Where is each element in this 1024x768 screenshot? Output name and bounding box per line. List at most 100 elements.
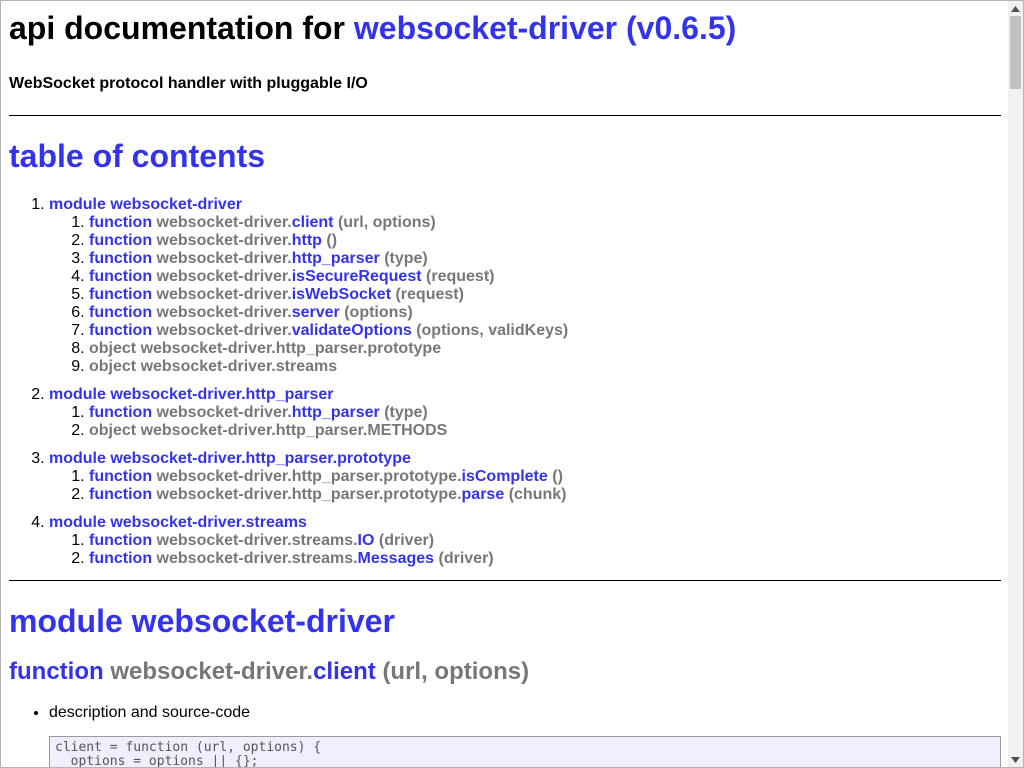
toc-member-item: function websocket-driver.streams.IO (dr… [89,532,1001,550]
toc-function-keyword[interactable]: function [89,486,152,503]
toc-member-prefix: websocket-driver.http_parser.prototype. [156,468,462,485]
toc-member-item: object websocket-driver.http_parser.METH… [89,422,1001,440]
toc-function-keyword[interactable]: function [89,550,152,567]
toc-member-item: function websocket-driver.http_parser (t… [89,404,1001,422]
toc-member-link[interactable]: client [292,214,334,231]
toc-member-args: (request) [395,286,464,303]
toc-member-item: function websocket-driver.isWebSocket (r… [89,286,1001,304]
toc-member-prefix: websocket-driver. [156,214,292,231]
toc-title: table of contents [9,138,266,174]
toc-function-keyword[interactable]: function [89,468,152,485]
toc-function-keyword[interactable]: function [89,232,152,249]
toc-member-link[interactable]: isSecureRequest [292,268,422,285]
toc-member-item: function websocket-driver.http () [89,232,1001,250]
scroll-thumb[interactable] [1010,16,1021,89]
function-heading: function websocket-driver.client (url, o… [9,658,1001,686]
toc-member-prefix: websocket-driver.streams. [156,550,358,567]
description-item: description and source-code client = fun… [49,702,1001,767]
toc-member-args: (type) [384,250,428,267]
toc-member-args: (driver) [378,532,435,549]
toc-member-args: (request) [426,268,495,285]
toc-member-prefix: websocket-driver.http_parser.prototype. [156,486,462,503]
toc-member-list: function websocket-driver.http_parser.pr… [49,468,1001,504]
toc-member-item: function websocket-driver.http_parser.pr… [89,468,1001,486]
toc-member-link[interactable]: http [292,232,322,249]
toc-module-item: module websocket-driverfunction websocke… [49,196,1001,376]
toc-member-args: (options) [344,304,413,321]
toc-object-entry: object websocket-driver.http_parser.prot… [89,340,442,357]
package-description: WebSocket protocol handler with pluggabl… [9,75,368,92]
toc-member-link[interactable]: isWebSocket [292,286,391,303]
toc-function-keyword[interactable]: function [89,250,152,267]
toc-member-args: () [552,468,563,485]
toc-member-prefix: websocket-driver. [156,404,292,421]
package-name-link[interactable]: websocket-driver (v0.6.5) [354,10,736,46]
toc-member-list: function websocket-driver.http_parser (t… [49,404,1001,440]
toc-module-item: module websocket-driver.streamsfunction … [49,514,1001,568]
toc-member-link[interactable]: server [292,304,340,321]
toc-member-prefix: websocket-driver.streams. [156,532,358,549]
toc-module-link[interactable]: module websocket-driver.http_parser [49,386,334,403]
toc-member-prefix: websocket-driver. [156,322,292,339]
toc-object-entry: object websocket-driver.http_parser.METH… [89,422,448,439]
function-name[interactable]: client [313,658,376,685]
toc-member-link[interactable]: http_parser [292,404,380,421]
function-prefix: websocket-driver. [110,658,314,685]
toc-function-keyword[interactable]: function [89,322,152,339]
toc-member-item: function websocket-driver.isSecureReques… [89,268,1001,286]
browser-viewport: api documentation for websocket-driver (… [0,0,1024,768]
toc-member-link[interactable]: isComplete [462,468,548,485]
toc-member-link[interactable]: http_parser [292,250,380,267]
toc-object-entry: object websocket-driver.streams [89,358,338,375]
toc-function-keyword[interactable]: function [89,268,152,285]
toc-function-keyword[interactable]: function [89,286,152,303]
toc-member-args: (chunk) [508,486,567,503]
scroll-up-arrow-icon[interactable] [1008,1,1023,16]
toc-member-item: function websocket-driver.client (url, o… [89,214,1001,232]
toc-member-item: object websocket-driver.streams [89,358,1001,376]
toc-member-prefix: websocket-driver. [156,232,292,249]
toc-member-link[interactable]: IO [358,532,375,549]
function-args: (url, options) [382,658,530,685]
toc-member-prefix: websocket-driver. [156,304,292,321]
toc-member-link[interactable]: Messages [358,550,435,567]
toc-module-link[interactable]: module websocket-driver.http_parser.prot… [49,450,411,467]
toc-module-item: module websocket-driver.http_parserfunct… [49,386,1001,440]
toc-member-prefix: websocket-driver. [156,268,292,285]
function-keyword[interactable]: function [9,658,104,685]
divider [9,115,1001,116]
doc-content: api documentation for websocket-driver (… [9,1,1001,767]
vertical-scrollbar[interactable] [1008,1,1023,767]
toc-member-item: function websocket-driver.validateOption… [89,322,1001,340]
toc-list: module websocket-driverfunction websocke… [9,196,1001,568]
source-code-block: client = function (url, options) { optio… [49,736,1001,767]
toc-member-link[interactable]: parse [462,486,505,503]
toc-member-list: function websocket-driver.client (url, o… [49,214,1001,376]
toc-function-keyword[interactable]: function [89,214,152,231]
toc-member-item: function websocket-driver.streams.Messag… [89,550,1001,568]
toc-member-args: (options, validKeys) [416,322,569,339]
toc-member-item: function websocket-driver.server (option… [89,304,1001,322]
toc-member-item: function websocket-driver.http_parser.pr… [89,486,1001,504]
description-label: description and source-code [49,704,251,721]
toc-member-list: function websocket-driver.streams.IO (dr… [49,532,1001,568]
module-heading[interactable]: module websocket-driver [9,603,1001,639]
toc-member-args: (url, options) [337,214,436,231]
toc-member-link[interactable]: validateOptions [292,322,412,339]
toc-member-item: function websocket-driver.http_parser (t… [89,250,1001,268]
toc-function-keyword[interactable]: function [89,532,152,549]
toc-function-keyword[interactable]: function [89,404,152,421]
toc-function-keyword[interactable]: function [89,304,152,321]
divider [9,580,1001,581]
toc-module-link[interactable]: module websocket-driver.streams [49,514,307,531]
toc-member-item: object websocket-driver.http_parser.prot… [89,340,1001,358]
toc-member-prefix: websocket-driver. [156,286,292,303]
toc-member-args: () [326,232,338,249]
toc-member-args: (type) [384,404,428,421]
toc-module-link[interactable]: module websocket-driver [49,196,242,213]
toc-module-item: module websocket-driver.http_parser.prot… [49,450,1001,504]
toc-member-prefix: websocket-driver. [156,250,292,267]
description-list: description and source-code client = fun… [9,702,1001,767]
title-prefix: api documentation for [9,10,354,46]
scroll-down-arrow-icon[interactable] [1008,752,1023,767]
